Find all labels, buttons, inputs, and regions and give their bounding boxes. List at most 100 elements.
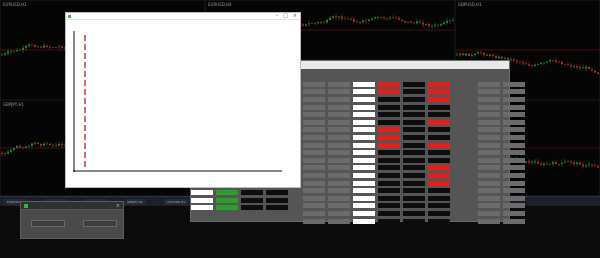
trade-panel-button-right[interactable]: [83, 220, 117, 227]
scanner-cell[interactable]: [503, 210, 525, 216]
scanner-cell[interactable]: [378, 173, 400, 179]
scanner-cell[interactable]: [378, 218, 400, 224]
scanner-cell[interactable]: [428, 127, 450, 133]
scanner-cell[interactable]: [353, 165, 375, 171]
scanner-cell[interactable]: [328, 135, 350, 141]
scanner-cell[interactable]: [453, 112, 475, 117]
scanner-cell[interactable]: [378, 180, 400, 186]
scanner-cell[interactable]: [478, 81, 500, 87]
scanner-cell[interactable]: [503, 173, 525, 179]
chart-tab[interactable]: AUDUSD,H1: [164, 199, 189, 205]
scanner-cell[interactable]: [353, 135, 375, 141]
scanner-cell[interactable]: [478, 157, 500, 163]
scanner-cell[interactable]: [303, 173, 325, 179]
scanner-cell[interactable]: [403, 180, 425, 186]
scanner-cell[interactable]: [303, 112, 325, 118]
scanner-cell[interactable]: [428, 89, 450, 95]
indicator-window-titlebar[interactable]: – □ ×: [66, 13, 300, 20]
scanner-cell[interactable]: [453, 203, 475, 208]
scanner-cell[interactable]: [478, 218, 500, 224]
scanner-cell[interactable]: [403, 127, 425, 133]
scanner-cell[interactable]: [266, 190, 288, 196]
scanner-cell[interactable]: [503, 188, 525, 194]
scanner-cell[interactable]: [428, 135, 450, 141]
chart-tab[interactable]: GBPJPY,H1: [124, 199, 146, 205]
scanner-cell[interactable]: [428, 180, 450, 186]
scanner-cell[interactable]: [478, 142, 500, 148]
scanner-cell[interactable]: [503, 89, 525, 95]
scanner-cell[interactable]: [428, 112, 450, 118]
scanner-cell[interactable]: [453, 181, 475, 186]
scanner-cell[interactable]: [191, 197, 213, 203]
scanner-cell[interactable]: [403, 97, 425, 103]
scanner-cell[interactable]: [241, 205, 263, 211]
scanner-cell[interactable]: [503, 180, 525, 186]
scanner-cell[interactable]: [478, 180, 500, 186]
scanner-cell[interactable]: [453, 89, 475, 94]
scanner-cell[interactable]: [328, 188, 350, 194]
scanner-cell[interactable]: [378, 135, 400, 141]
scanner-cell[interactable]: [403, 104, 425, 110]
scanner-cell[interactable]: [478, 210, 500, 216]
trade-panel-titlebar[interactable]: ×: [21, 202, 123, 210]
scanner-cell[interactable]: [403, 142, 425, 148]
scanner-cell[interactable]: [453, 105, 475, 110]
scanner-cell[interactable]: [453, 120, 475, 125]
scanner-cell[interactable]: [353, 97, 375, 103]
trade-panel-button-left[interactable]: [31, 220, 65, 227]
scanner-cell[interactable]: [403, 112, 425, 118]
scanner-cell[interactable]: [303, 81, 325, 87]
scanner-cell[interactable]: [328, 127, 350, 133]
scanner-cell[interactable]: [378, 89, 400, 95]
scanner-cell[interactable]: [503, 112, 525, 118]
scanner-cell[interactable]: [428, 210, 450, 216]
scanner-cell[interactable]: [378, 203, 400, 209]
scanner-cell[interactable]: [353, 188, 375, 194]
scanner-cell[interactable]: [503, 165, 525, 171]
scanner-cell[interactable]: [428, 104, 450, 110]
scanner-cell[interactable]: [328, 150, 350, 156]
scanner-cell[interactable]: [191, 205, 213, 211]
scanner-cell[interactable]: [328, 81, 350, 87]
scanner-cell[interactable]: [353, 210, 375, 216]
scanner-cell[interactable]: [353, 81, 375, 87]
scanner-cell[interactable]: [353, 127, 375, 133]
scanner-cell[interactable]: [478, 127, 500, 133]
scanner-cell[interactable]: [328, 104, 350, 110]
scanner-cell[interactable]: [191, 190, 213, 196]
scanner-cell[interactable]: [453, 150, 475, 155]
scanner-cell[interactable]: [428, 150, 450, 156]
scanner-cell[interactable]: [378, 210, 400, 216]
scanner-cell[interactable]: [303, 165, 325, 171]
scanner-cell[interactable]: [378, 150, 400, 156]
scanner-cell[interactable]: [303, 195, 325, 201]
scanner-cell[interactable]: [266, 197, 288, 203]
scanner-cell[interactable]: [303, 135, 325, 141]
scanner-cell[interactable]: [453, 143, 475, 148]
scanner-cell[interactable]: [403, 119, 425, 125]
scanner-cell[interactable]: [478, 89, 500, 95]
scanner-cell[interactable]: [503, 81, 525, 87]
scanner-cell[interactable]: [503, 157, 525, 163]
scanner-cell[interactable]: [303, 150, 325, 156]
close-icon[interactable]: ×: [293, 13, 297, 19]
scanner-cell[interactable]: [353, 180, 375, 186]
scanner-cell[interactable]: [328, 97, 350, 103]
scanner-cell[interactable]: [453, 82, 475, 87]
scanner-cell[interactable]: [328, 195, 350, 201]
scanner-cell[interactable]: [353, 104, 375, 110]
scanner-cell[interactable]: [478, 112, 500, 118]
scanner-cell[interactable]: [328, 112, 350, 118]
scanner-cell[interactable]: [453, 211, 475, 216]
scanner-cell[interactable]: [403, 89, 425, 95]
scanner-cell[interactable]: [328, 210, 350, 216]
scanner-cell[interactable]: [503, 203, 525, 209]
scanner-cell[interactable]: [216, 190, 238, 196]
scanner-cell[interactable]: [503, 150, 525, 156]
scanner-cell[interactable]: [378, 165, 400, 171]
scanner-cell[interactable]: [378, 81, 400, 87]
scanner-cell[interactable]: [503, 142, 525, 148]
scanner-cell[interactable]: [503, 119, 525, 125]
scanner-cell[interactable]: [478, 195, 500, 201]
scanner-cell[interactable]: [453, 135, 475, 140]
